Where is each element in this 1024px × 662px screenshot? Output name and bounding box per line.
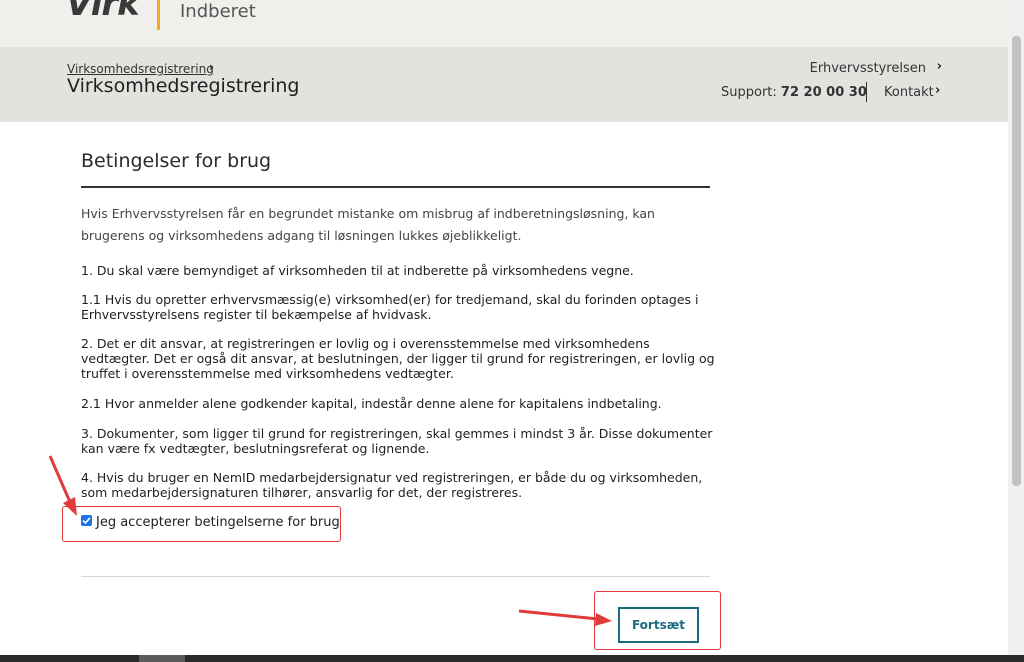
support-number: 72 20 00 30 (780, 85, 867, 100)
accept-label[interactable]: Jeg accepterer betingelserne for brug (96, 515, 340, 530)
breadcrumb-link[interactable]: Virksomhedsregistrering (67, 62, 214, 76)
header-divider (866, 82, 867, 102)
virk-logo[interactable]: Virk (66, 0, 140, 24)
clause-4: 4. Hvis du bruger en NemID medarbejdersi… (81, 470, 703, 500)
organization-link[interactable]: Erhvervsstyrelsen (810, 61, 926, 76)
page: Virk Indberet Virksomhedsregistrering › … (0, 0, 1024, 662)
clause-2-1: 2.1 Hvor anmelder alene godkender kapita… (81, 396, 662, 411)
organization-chevron-icon: › (936, 59, 942, 74)
continue-button[interactable]: Fortsæt (618, 607, 699, 643)
checkmark-icon (82, 517, 91, 525)
logo-band: Virk Indberet (0, 0, 1008, 47)
scrollbar-thumb[interactable] (1012, 36, 1021, 486)
clause-1-1: 1.1 Hvis du opretter erhvervsmæssig(e) v… (81, 292, 699, 322)
accept-checkbox[interactable] (81, 515, 92, 526)
contact-link[interactable]: Kontakt (884, 85, 934, 100)
clause-1: 1. Du skal være bemyndiget af virksomhed… (81, 263, 634, 278)
support-label: Support: (721, 85, 777, 100)
breadcrumb-chevron-icon: › (209, 60, 214, 74)
clause-3: 3. Dokumenter, som ligger til grund for … (81, 426, 713, 456)
section-title: Betingelser for brug (81, 150, 272, 172)
clause-2: 2. Det er dit ansvar, at registreringen … (81, 336, 715, 381)
bottom-bar-tab[interactable] (139, 655, 185, 662)
product-name: Indberet (180, 1, 256, 22)
page-header: Virksomhedsregistrering › Virksomhedsreg… (0, 47, 1008, 122)
page-title: Virksomhedsregistrering (67, 75, 300, 97)
contact-chevron-icon: › (935, 83, 941, 98)
footer-divider (81, 576, 710, 577)
title-divider (81, 186, 710, 188)
logo-divider (157, 0, 160, 30)
intro-text: Hvis Erhvervsstyrelsen får en begrundet … (81, 206, 655, 243)
support-info: Support: 72 20 00 30 (721, 85, 867, 100)
